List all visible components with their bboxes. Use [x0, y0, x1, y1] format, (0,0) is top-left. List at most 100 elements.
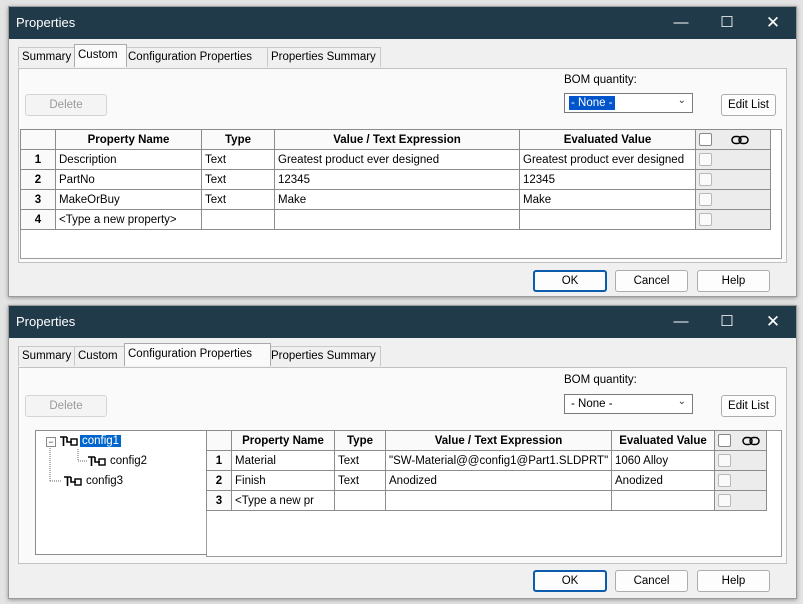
ok-button[interactable]: OK	[533, 570, 607, 592]
link-cell	[695, 149, 771, 170]
tree-node-label: config2	[110, 455, 148, 467]
tab-properties-summary[interactable]: Properties Summary	[267, 47, 381, 67]
row-checkbox[interactable]	[718, 494, 731, 507]
type-cell[interactable]: Text	[201, 149, 275, 170]
value-cell[interactable]: Make	[274, 189, 520, 210]
property-name-cell[interactable]: MakeOrBuy	[55, 189, 202, 210]
tree-node-label: config1	[80, 435, 122, 447]
link-icon[interactable]	[731, 135, 749, 145]
edit-list-button[interactable]: Edit List	[721, 94, 776, 116]
tab-summary[interactable]: Summary	[18, 346, 78, 366]
collapse-icon[interactable]: −	[46, 437, 56, 447]
property-name-cell[interactable]: Material	[231, 450, 335, 471]
type-cell[interactable]: Text	[334, 450, 386, 471]
type-header[interactable]: Type	[201, 129, 275, 150]
table-row[interactable]: 1 Material Text "SW-Material@@config1@Pa…	[206, 450, 767, 471]
row-checkbox[interactable]	[699, 153, 712, 166]
tree-node-config2[interactable]: config2	[86, 452, 149, 470]
tree-node-label: config3	[86, 475, 124, 487]
row-number: 1	[20, 149, 56, 170]
close-icon[interactable]: ✕	[750, 306, 796, 338]
link-icon[interactable]	[742, 436, 760, 446]
row-number: 2	[206, 470, 232, 491]
ok-button[interactable]: OK	[533, 270, 607, 292]
evaluated-value-cell: 12345	[519, 169, 696, 190]
window-title: Properties	[16, 314, 76, 329]
cancel-button[interactable]: Cancel	[615, 270, 688, 292]
row-checkbox[interactable]	[699, 173, 712, 186]
property-name-cell[interactable]: Finish	[231, 470, 335, 491]
cancel-button[interactable]: Cancel	[615, 570, 688, 592]
minimize-icon[interactable]: —	[658, 7, 704, 39]
type-cell[interactable]: Text	[201, 169, 275, 190]
tab-panel-configuration: Delete BOM quantity: - None - ⌄ Edit Lis…	[18, 367, 787, 564]
help-button[interactable]: Help	[697, 570, 770, 592]
edit-list-button[interactable]: Edit List	[721, 395, 776, 417]
bom-quantity-select[interactable]: - None - ⌄	[564, 394, 693, 414]
table-row-new[interactable]: 3 <Type a new pr	[206, 490, 767, 511]
value-cell[interactable]	[385, 490, 612, 511]
property-name-cell[interactable]: <Type a new property>	[55, 209, 202, 230]
evaluated-value-header[interactable]: Evaluated Value	[611, 430, 715, 451]
tab-configuration-properties[interactable]: Configuration Properties	[124, 343, 271, 366]
property-name-header[interactable]: Property Name	[231, 430, 335, 451]
table-row[interactable]: 3 MakeOrBuy Text Make Make	[20, 189, 771, 210]
tab-panel-custom: Delete BOM quantity: - None - ⌄ Edit Lis…	[18, 68, 787, 263]
select-all-checkbox[interactable]	[699, 133, 712, 146]
tab-custom[interactable]: Custom	[74, 346, 127, 366]
table-row[interactable]: 1 Description Text Greatest product ever…	[20, 149, 771, 170]
table-row[interactable]: 2 PartNo Text 12345 12345	[20, 169, 771, 190]
value-cell[interactable]: Greatest product ever designed	[274, 149, 520, 170]
bom-quantity-select[interactable]: - None - ⌄	[564, 93, 693, 113]
tab-summary[interactable]: Summary	[18, 47, 78, 67]
maximize-icon[interactable]: ☐	[704, 7, 750, 39]
evaluated-value-cell	[611, 490, 715, 511]
evaluated-value-cell	[519, 209, 696, 230]
value-expression-header[interactable]: Value / Text Expression	[274, 129, 520, 150]
property-name-cell[interactable]: <Type a new pr	[231, 490, 335, 511]
row-checkbox[interactable]	[699, 193, 712, 206]
property-name-cell[interactable]: PartNo	[55, 169, 202, 190]
row-checkbox[interactable]	[718, 454, 731, 467]
row-number: 3	[206, 490, 232, 511]
link-column-header	[695, 129, 771, 150]
configuration-icon	[88, 456, 106, 466]
evaluated-value-cell: Greatest product ever designed	[519, 149, 696, 170]
type-cell[interactable]: Text	[334, 470, 386, 491]
title-bar[interactable]: Properties — ☐ ✕	[9, 306, 796, 338]
value-cell[interactable]: Anodized	[385, 470, 612, 491]
type-header[interactable]: Type	[334, 430, 386, 451]
value-cell[interactable]: 12345	[274, 169, 520, 190]
property-name-cell[interactable]: Description	[55, 149, 202, 170]
title-bar[interactable]: Properties — ☐ ✕	[9, 7, 796, 39]
evaluated-value-cell: Anodized	[611, 470, 715, 491]
type-cell[interactable]	[334, 490, 386, 511]
tab-configuration-properties[interactable]: Configuration Properties	[124, 47, 271, 67]
delete-button[interactable]: Delete	[25, 395, 107, 417]
maximize-icon[interactable]: ☐	[704, 306, 750, 338]
value-cell[interactable]: "SW-Material@@config1@Part1.SLDPRT"	[385, 450, 612, 471]
help-button[interactable]: Help	[697, 270, 770, 292]
delete-button[interactable]: Delete	[25, 94, 107, 116]
minimize-icon[interactable]: —	[658, 306, 704, 338]
tree-node-config3[interactable]: config3	[62, 472, 125, 490]
select-all-checkbox[interactable]	[718, 434, 731, 447]
type-cell[interactable]: Text	[201, 189, 275, 210]
tab-properties-summary[interactable]: Properties Summary	[267, 346, 381, 366]
type-cell[interactable]	[201, 209, 275, 230]
evaluated-value-header[interactable]: Evaluated Value	[519, 129, 696, 150]
tree-node-config1[interactable]: config1	[58, 432, 122, 450]
link-column-header	[714, 430, 767, 451]
row-checkbox[interactable]	[718, 474, 731, 487]
value-expression-header[interactable]: Value / Text Expression	[385, 430, 612, 451]
table-row[interactable]: 2 Finish Text Anodized Anodized	[206, 470, 767, 491]
bom-quantity-value: - None -	[571, 398, 613, 410]
evaluated-value-cell: 1060 Alloy	[611, 450, 715, 471]
tab-custom[interactable]: Custom	[74, 44, 127, 67]
close-icon[interactable]: ✕	[750, 7, 796, 39]
value-cell[interactable]	[274, 209, 520, 230]
row-checkbox[interactable]	[699, 213, 712, 226]
table-row-new[interactable]: 4 <Type a new property>	[20, 209, 771, 230]
property-name-header[interactable]: Property Name	[55, 129, 202, 150]
chevron-down-icon: ⌄	[677, 396, 686, 407]
